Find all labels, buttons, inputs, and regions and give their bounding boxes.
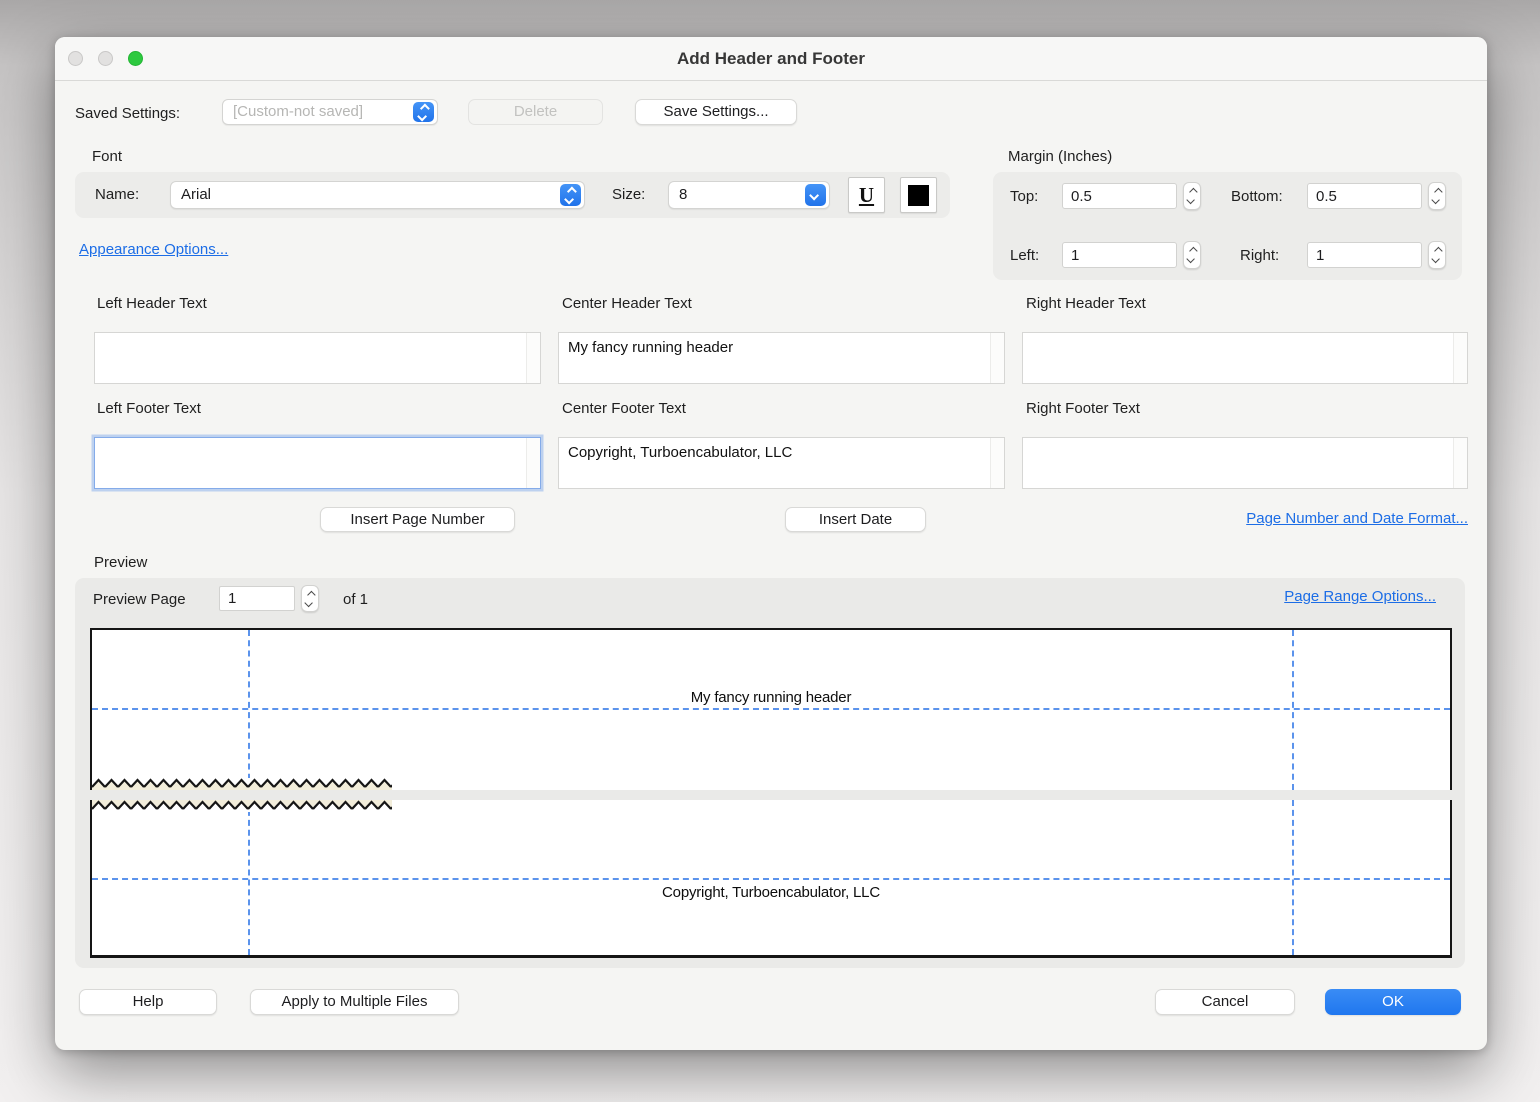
- underline-icon: U: [859, 185, 874, 206]
- margin-bottom-input[interactable]: [1307, 183, 1422, 209]
- dialog-title: Add Header and Footer: [55, 49, 1487, 69]
- saved-settings-label: Saved Settings:: [75, 105, 180, 122]
- font-color-swatch-button[interactable]: [900, 177, 937, 213]
- margin-bottom-stepper[interactable]: [1428, 182, 1446, 210]
- margin-right-stepper[interactable]: [1428, 241, 1446, 269]
- combo-chevron-icon: [805, 184, 826, 206]
- font-size-label: Size:: [612, 186, 645, 203]
- margin-section-label: Margin (Inches): [1008, 148, 1112, 165]
- left-header-label: Left Header Text: [97, 295, 207, 312]
- save-settings-button[interactable]: Save Settings...: [635, 99, 797, 125]
- add-header-footer-dialog: Add Header and Footer Saved Settings: [C…: [55, 37, 1487, 1050]
- torn-edge-bottom-icon: [92, 800, 392, 812]
- page-range-options-link[interactable]: Page Range Options...: [1284, 588, 1436, 605]
- center-header-textarea[interactable]: My fancy running header: [558, 332, 1005, 384]
- preview-page-bottom: Copyright, Turboencabulator, LLC: [90, 800, 1452, 958]
- preview-page-stepper[interactable]: [301, 585, 319, 612]
- right-footer-textarea-wrap: [1022, 437, 1468, 489]
- left-header-textarea-wrap: [94, 332, 541, 384]
- insert-date-button[interactable]: Insert Date: [785, 507, 926, 532]
- apply-to-multiple-files-button[interactable]: Apply to Multiple Files: [250, 989, 459, 1015]
- preview-page-top: My fancy running header: [90, 628, 1452, 790]
- popup-chevrons-icon: [560, 184, 581, 206]
- margin-top-stepper[interactable]: [1183, 182, 1201, 210]
- insert-page-number-button[interactable]: Insert Page Number: [320, 507, 515, 532]
- center-footer-textarea[interactable]: Copyright, Turboencabulator, LLC: [558, 437, 1005, 489]
- margin-top-label: Top:: [1010, 188, 1038, 205]
- torn-edge-top-icon: [92, 778, 392, 790]
- left-footer-textarea-wrap: [94, 437, 541, 489]
- top-margin-guide: [92, 708, 1450, 710]
- center-footer-textarea-wrap: Copyright, Turboencabulator, LLC: [558, 437, 1005, 489]
- center-header-textarea-wrap: My fancy running header: [558, 332, 1005, 384]
- font-panel: Name: Arial Size: 8 U: [75, 172, 950, 218]
- font-name-value: Arial: [181, 186, 211, 203]
- margin-left-label: Left:: [1010, 247, 1039, 264]
- right-footer-textarea[interactable]: [1022, 437, 1468, 489]
- black-color-swatch: [908, 185, 929, 206]
- left-footer-label: Left Footer Text: [97, 400, 201, 417]
- margin-right-label: Right:: [1240, 247, 1279, 264]
- right-header-textarea[interactable]: [1022, 332, 1468, 384]
- margin-left-stepper[interactable]: [1183, 241, 1201, 269]
- left-header-textarea[interactable]: [94, 332, 541, 384]
- cancel-button[interactable]: Cancel: [1155, 989, 1295, 1015]
- left-footer-textarea[interactable]: [94, 437, 541, 489]
- saved-settings-select[interactable]: [Custom-not saved]: [222, 99, 438, 125]
- right-margin-guide: [1292, 630, 1294, 790]
- appearance-options-link[interactable]: Appearance Options...: [79, 241, 228, 258]
- preview-page-label: Preview Page: [93, 591, 186, 608]
- right-footer-label: Right Footer Text: [1026, 400, 1140, 417]
- center-header-label: Center Header Text: [562, 295, 692, 312]
- preview-section-label: Preview: [94, 554, 147, 571]
- preview-panel: Preview Page of 1 Page Range Options... …: [75, 578, 1465, 968]
- popup-chevrons-icon: [413, 102, 434, 122]
- preview-page-input[interactable]: [219, 586, 295, 611]
- titlebar: Add Header and Footer: [55, 37, 1487, 81]
- page-number-date-format-link[interactable]: Page Number and Date Format...: [1246, 510, 1468, 527]
- margin-bottom-label: Bottom:: [1231, 188, 1283, 205]
- margin-right-input[interactable]: [1307, 242, 1422, 268]
- preview-page-count-label: of 1: [343, 591, 368, 608]
- preview-footer-text: Copyright, Turboencabulator, LLC: [92, 884, 1450, 901]
- right-header-textarea-wrap: [1022, 332, 1468, 384]
- preview-header-text: My fancy running header: [92, 689, 1450, 706]
- bottom-margin-guide: [92, 878, 1450, 880]
- center-footer-label: Center Footer Text: [562, 400, 686, 417]
- font-section-label: Font: [92, 148, 122, 165]
- font-name-select[interactable]: Arial: [170, 181, 585, 209]
- underline-toggle-button[interactable]: U: [848, 177, 885, 213]
- ok-button[interactable]: OK: [1325, 989, 1461, 1015]
- help-button[interactable]: Help: [79, 989, 217, 1015]
- margin-top-input[interactable]: [1062, 183, 1177, 209]
- margin-left-input[interactable]: [1062, 242, 1177, 268]
- font-name-label: Name:: [95, 186, 139, 203]
- font-size-value: 8: [679, 186, 687, 203]
- font-size-combo[interactable]: 8: [668, 181, 830, 209]
- margin-panel: Top: Bottom: Left: Right:: [993, 172, 1462, 280]
- left-margin-guide: [248, 630, 250, 790]
- saved-settings-value: [Custom-not saved]: [233, 103, 363, 120]
- right-header-label: Right Header Text: [1026, 295, 1146, 312]
- delete-button[interactable]: Delete: [468, 99, 603, 125]
